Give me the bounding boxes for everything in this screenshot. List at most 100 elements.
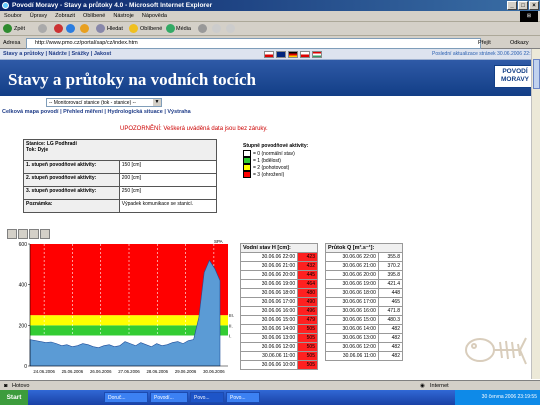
address-input[interactable]: http://www.pmo.cz/portal/sap/cz/index.ht… xyxy=(26,38,481,49)
czech-flag-icon[interactable] xyxy=(264,51,274,58)
wl-time: 30.06.06 14:00 xyxy=(239,324,299,334)
media-button[interactable]: Média xyxy=(176,24,191,34)
task-button-1[interactable]: Doruč... xyxy=(104,392,148,403)
logo-line-2: MORAVY xyxy=(500,76,530,83)
window-title: Povodí Moravy - Stavy a průtoky 4.0 - Mi… xyxy=(12,2,213,9)
wl-value: 505 xyxy=(297,333,318,343)
flood-level-legend: Stupně povodňové aktivity: = 0 (normální… xyxy=(243,143,308,178)
wl-row: 30.06.06 10:00 505 xyxy=(239,360,318,370)
links-button[interactable]: Odkazy xyxy=(510,38,529,48)
q-time: 30.06.06 11:00 xyxy=(325,351,379,361)
wl-time: 30.06.06 18:00 xyxy=(239,288,299,298)
tray-clock: 30 června 2006 23:19:55 xyxy=(481,394,537,400)
close-button[interactable]: × xyxy=(529,1,539,10)
legend-item-2: = 2 (pohotovost) xyxy=(253,164,290,171)
history-icon[interactable] xyxy=(198,24,207,33)
wl-value: 505 xyxy=(297,342,318,352)
menu-napoveda[interactable]: Nápověda xyxy=(138,11,171,22)
q-time: 30.06.06 14:00 xyxy=(325,324,379,334)
polish-flag-icon[interactable] xyxy=(300,51,310,58)
q-row: 30.06.06 21:00 370.2 xyxy=(325,261,404,271)
menu-bar: Soubor Úpravy Zobrazit Oblíbené Nástroje Nápo… xyxy=(0,11,540,22)
povodi-moravy-logo[interactable]: POVODÍ MORAVY xyxy=(494,65,536,88)
favorites-button[interactable]: Oblíbené xyxy=(140,24,162,34)
level-3-label: 3. stupeň povodňové aktivity: xyxy=(23,186,120,200)
page-top-nav: Stavy a průtoky | Nádrže | Srážky | Jako… xyxy=(0,49,540,60)
legend-item-3: = 3 (ohrožení) xyxy=(253,171,285,178)
y-tick-label: 0 xyxy=(24,364,27,370)
back-button[interactable]: Zpět xyxy=(14,24,25,34)
station-select[interactable]: -- Monitorovací stanice (tok - stanice) … xyxy=(46,98,162,107)
sub-navigation[interactable]: Celková mapa povodí | Přehled měření | H… xyxy=(2,109,191,115)
q-value: 482 xyxy=(377,351,404,361)
address-label: Adresa xyxy=(3,40,21,46)
q-row: 30.06.06 13:00 482 xyxy=(325,333,404,343)
chart-corner-label: SPA xyxy=(214,239,223,244)
water-level-header: Vodní stav H [cm]: xyxy=(240,243,318,253)
level-3-value: 250 [cm] xyxy=(118,186,218,200)
back-arrow-icon[interactable] xyxy=(3,24,12,33)
start-button[interactable]: Start xyxy=(0,390,28,405)
maximize-button[interactable]: □ xyxy=(518,1,528,10)
menu-soubor[interactable]: Soubor xyxy=(0,11,26,22)
scrollbar-thumb[interactable] xyxy=(533,59,540,89)
wl-time: 30.06.06 19:00 xyxy=(239,279,299,289)
home-icon[interactable] xyxy=(80,24,89,33)
wl-time: 30.06.06 21:00 xyxy=(239,261,299,271)
legend-swatch-2 xyxy=(243,164,251,171)
search-icon[interactable] xyxy=(96,24,105,33)
forward-arrow-icon[interactable] xyxy=(38,24,47,33)
page-scrollbar[interactable] xyxy=(531,49,540,379)
print-icon[interactable] xyxy=(226,24,235,33)
level-2-value: 200 [cm] xyxy=(118,173,218,187)
media-icon[interactable] xyxy=(166,24,175,33)
x-tick-label: 30.06.2006 xyxy=(203,369,225,374)
q-row: 30.06.06 11:00 482 xyxy=(325,351,404,361)
minimize-button[interactable]: _ xyxy=(507,1,517,10)
task-button-2[interactable]: Povodí... xyxy=(150,392,188,403)
task-button-4[interactable]: Povo... xyxy=(226,392,260,403)
q-row: 30.06.06 18:00 448 xyxy=(325,288,404,298)
wl-value: 505 xyxy=(297,351,318,361)
q-time: 30.06.06 15:00 xyxy=(325,315,379,325)
wl-row: 30.06.06 22:00 423 xyxy=(239,252,318,262)
menu-zobrazit[interactable]: Zobrazit xyxy=(51,11,79,22)
menu-upravy[interactable]: Úpravy xyxy=(26,11,51,22)
search-button[interactable]: Hledat xyxy=(107,24,123,34)
system-tray: 30 června 2006 23:19:55 xyxy=(455,390,540,405)
german-flag-icon[interactable] xyxy=(288,51,298,58)
q-time: 30.06.06 13:00 xyxy=(325,333,379,343)
wl-row: 30.06.06 15:00 479 xyxy=(239,315,318,325)
band-label: I. xyxy=(229,334,232,339)
go-button[interactable]: Přejít xyxy=(478,38,491,48)
favorites-star-icon[interactable] xyxy=(129,24,138,33)
wl-row: 30.06.06 19:00 464 xyxy=(239,279,318,289)
wl-time: 30.06.06 13:00 xyxy=(239,333,299,343)
english-flag-icon[interactable] xyxy=(276,51,286,58)
wl-row: 30.06.06 17:00 490 xyxy=(239,297,318,307)
y-tick-label: 600 xyxy=(19,242,28,248)
taskbar: Start Doruč... Povodí... Povo... Povo...… xyxy=(0,390,540,405)
level-1-value: 150 [cm] xyxy=(118,160,218,174)
windows-logo-icon: ⊞ xyxy=(520,11,538,22)
mail-icon[interactable] xyxy=(212,24,221,33)
legend-swatch-1 xyxy=(243,157,251,164)
hungarian-flag-icon[interactable] xyxy=(312,51,322,58)
q-value: 448 xyxy=(377,288,404,298)
q-time: 30.06.06 22:00 xyxy=(325,252,379,262)
water-level-chart: 600 400 200 0 24.06.2006 25.06.2006 26.06.200… xyxy=(19,239,234,374)
legend-swatch-0 xyxy=(243,150,251,157)
x-tick-label: 25.06.2006 xyxy=(62,369,84,374)
menu-nastroje[interactable]: Nástroje xyxy=(109,11,137,22)
top-nav-links[interactable]: Stavy a průtoky | Nádrže | Srážky | Jako… xyxy=(3,49,111,60)
q-row: 30.06.06 17:00 465 xyxy=(325,297,404,307)
stop-icon[interactable] xyxy=(54,24,63,33)
menu-oblibene[interactable]: Oblíbené xyxy=(79,11,109,22)
refresh-icon[interactable] xyxy=(66,24,75,33)
task-button-3[interactable]: Povo... xyxy=(190,392,224,403)
wl-value: 479 xyxy=(297,315,318,325)
x-tick-label: 29.06.2006 xyxy=(175,369,197,374)
chevron-down-icon[interactable]: ▼ xyxy=(153,99,161,106)
q-value: 482 xyxy=(377,333,404,343)
water-level-table: Vodní stav H [cm]: 30.06.06 22:00 423 30.0… xyxy=(239,243,318,370)
